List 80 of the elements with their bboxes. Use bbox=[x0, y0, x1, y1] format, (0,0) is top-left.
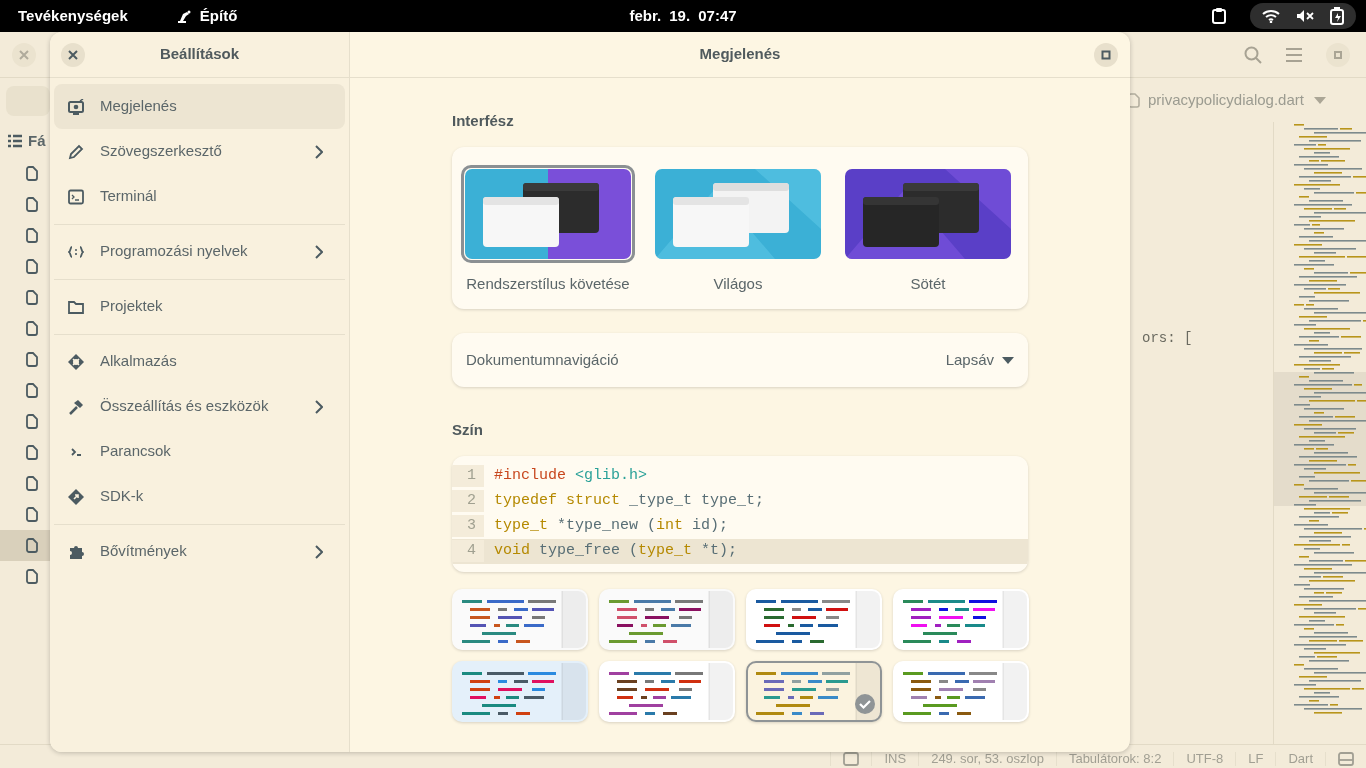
file-icon bbox=[26, 383, 38, 398]
code-text: ors: [ bbox=[1142, 330, 1193, 346]
sidebar-item[interactable]: SDK-k bbox=[54, 474, 345, 519]
wifi-icon bbox=[1262, 9, 1280, 23]
app-name[interactable]: Építő bbox=[199, 4, 238, 28]
code-line: #include <glib.h> bbox=[493, 465, 648, 486]
square-icon bbox=[843, 752, 860, 766]
file-icon bbox=[26, 569, 38, 584]
sidebar-item[interactable]: Összeállítás és eszközök bbox=[54, 384, 345, 429]
file-icon bbox=[26, 352, 38, 367]
style-option[interactable]: Sötét bbox=[840, 164, 1016, 295]
navigation-dropdown[interactable]: Lapsáv bbox=[945, 348, 1014, 372]
search-field[interactable] bbox=[6, 86, 50, 116]
setting-label: Dokumentumnavigáció bbox=[466, 349, 619, 370]
file-icon bbox=[26, 476, 38, 491]
muted-speaker-icon bbox=[1296, 9, 1314, 23]
style-option[interactable]: Világos bbox=[650, 164, 826, 295]
chevron-right-icon bbox=[315, 145, 323, 160]
panel-icon bbox=[1338, 752, 1354, 766]
file-icon bbox=[26, 290, 38, 305]
robot-arm-icon bbox=[175, 8, 192, 24]
file-icon bbox=[26, 445, 38, 460]
sidebar-item[interactable]: Szövegszerkesztő bbox=[54, 129, 345, 174]
diamond-icon bbox=[68, 353, 84, 370]
puzzle-icon bbox=[68, 543, 84, 560]
page-title: Megjelenés bbox=[699, 44, 781, 65]
chevron-right-icon bbox=[315, 245, 323, 260]
file-icon bbox=[26, 538, 38, 553]
file-row[interactable] bbox=[0, 530, 50, 561]
monitor-icon bbox=[68, 98, 84, 115]
file-icon bbox=[26, 414, 38, 429]
clock[interactable]: febr. 19. 07:47 bbox=[629, 4, 737, 28]
hammer-icon bbox=[68, 398, 84, 415]
dropdown-caret-icon bbox=[1002, 356, 1014, 364]
diamond-icon bbox=[68, 488, 84, 505]
sidebar-item[interactable]: Bővítmények bbox=[54, 529, 345, 574]
line-number: 2 bbox=[452, 489, 484, 513]
terminal-icon bbox=[68, 188, 84, 205]
sidebar-item[interactable]: Programozási nyelvek bbox=[54, 229, 345, 274]
menu-icon bbox=[1286, 47, 1302, 62]
braces-icon bbox=[68, 243, 84, 260]
sidebar-item[interactable]: Projektek bbox=[54, 284, 345, 329]
line-number: 3 bbox=[452, 514, 484, 538]
system-menu[interactable] bbox=[1250, 3, 1356, 29]
panel-title: Fá bbox=[28, 130, 46, 151]
battery-charging-icon bbox=[1330, 7, 1344, 25]
file-icon bbox=[26, 259, 38, 274]
section-heading: Interfész bbox=[452, 111, 515, 131]
code-line: typedef struct _type_t type_t; bbox=[493, 490, 765, 511]
code-line: void type_free (type_t *t); bbox=[493, 540, 738, 561]
pencil-icon bbox=[68, 143, 84, 160]
close-button[interactable] bbox=[61, 43, 85, 67]
list-icon bbox=[8, 134, 22, 148]
sidebar-item[interactable]: Megjelenés bbox=[54, 84, 345, 129]
sidebar-item[interactable]: Terminál bbox=[54, 174, 345, 219]
activities-button[interactable]: Tevékenységek bbox=[18, 4, 128, 28]
line-number: 1 bbox=[452, 464, 484, 488]
file-icon bbox=[26, 197, 38, 212]
dropdown-caret-icon bbox=[1314, 97, 1326, 105]
chevron-right-icon bbox=[315, 545, 323, 560]
checkmark-icon bbox=[855, 694, 875, 715]
file-icon bbox=[26, 321, 38, 336]
sidebar-item[interactable]: Alkalmazás bbox=[54, 339, 345, 384]
square-icon bbox=[1334, 50, 1342, 59]
file-icon bbox=[26, 166, 38, 181]
square-icon bbox=[1101, 50, 1111, 60]
line-number: 4 bbox=[452, 539, 484, 563]
sidebar-item[interactable]: Parancsok bbox=[54, 429, 345, 474]
clipboard-icon bbox=[1212, 8, 1226, 24]
chevron-right-icon bbox=[315, 400, 323, 415]
file-icon bbox=[26, 228, 38, 243]
section-heading: Szín bbox=[452, 420, 484, 440]
search-icon bbox=[1244, 45, 1262, 64]
maximize-button[interactable] bbox=[1094, 43, 1118, 67]
sidebar-title: Beállítások bbox=[159, 44, 240, 65]
code-line: type_t *type_new (int id); bbox=[493, 515, 729, 536]
folder-icon bbox=[68, 298, 84, 315]
close-icon bbox=[19, 49, 29, 60]
close-icon bbox=[68, 50, 78, 60]
file-icon bbox=[26, 507, 38, 522]
